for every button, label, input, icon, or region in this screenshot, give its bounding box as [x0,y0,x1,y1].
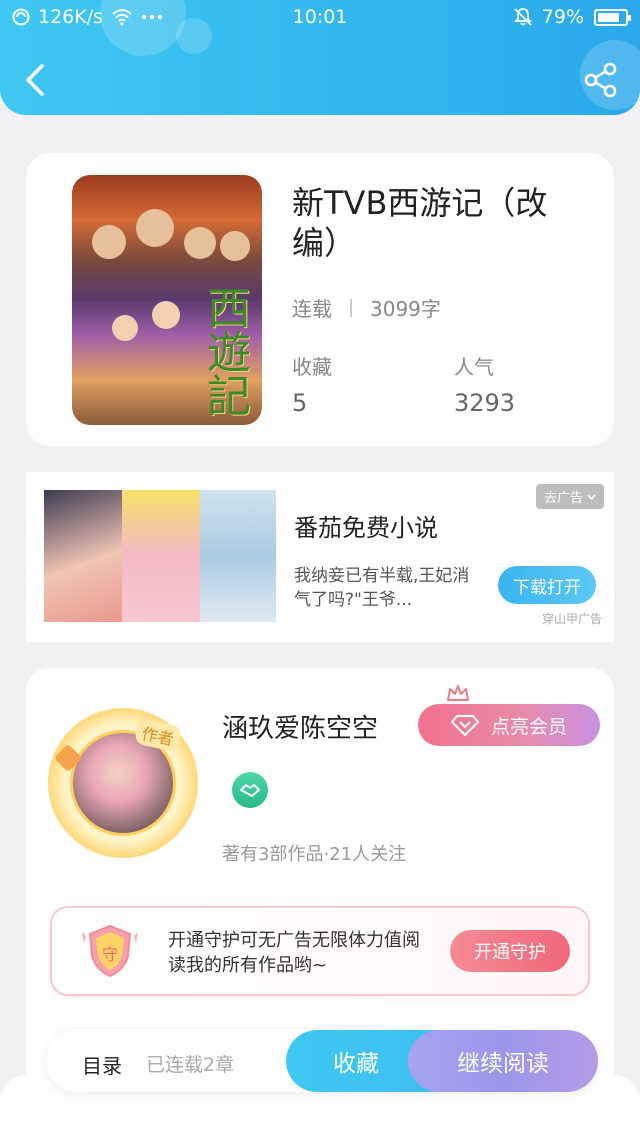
activate-vip-label: 点亮会员 [490,715,567,738]
ad-description: 我纳妾已有半载,王妃消气了吗?"王爷... [294,566,470,610]
favorites-count: 5 [292,389,308,417]
cover-figure [220,231,250,261]
cover-figure [152,301,180,329]
guard-text: 开通守护可无广告无限体力值阅读我的所有作品哟~ [168,930,420,976]
status-bar: 126K/s 10:01 79% [0,0,640,36]
author-stats: 著有3部作品·21人关注 [222,844,407,865]
remove-ad-label: 去广告 [543,491,583,506]
shield-char: 守 [102,945,118,964]
continue-reading-label: 继续阅读 [457,1051,549,1077]
download-open-button[interactable]: 下载打开 [498,566,596,604]
book-title: 新TVB西游记（改编） [292,184,548,262]
cover-figure [92,225,126,259]
popularity-count: 3293 [454,389,516,417]
battery-fill [598,12,619,22]
back-button[interactable] [20,60,56,100]
favorites-label: 收藏 [292,355,332,379]
chevron-down-icon [587,494,596,500]
share-button[interactable] [584,62,618,98]
battery-percent: 79% [541,6,584,28]
book-word-count: 3099字 [370,297,441,321]
crown-icon [447,685,469,701]
mute-bell-icon [513,8,532,26]
ad-panel [44,490,122,622]
chapter-count: 已连载2章 [146,1054,235,1076]
battery-icon [594,8,631,26]
popularity-label: 人气 [454,355,494,379]
guard-promo: 守 开通守护可无广告无限体力值阅读我的所有作品哟~ 开通守护 [50,906,590,996]
book-meta: 连载 3099字 [292,293,441,322]
ad-panel [200,490,276,622]
cover-figure [184,227,216,259]
book-cover[interactable]: 西遊記 [72,175,262,425]
author-name: 涵玖爱陈空空 [222,714,379,744]
ad-source: 穿山甲广告 [541,612,602,626]
book-info-card: 西遊記 新TVB西游记（改编） 连载 3099字 收藏 5 人气 3293 [26,153,614,446]
bottom-action-bar: 目录 已连载2章 收藏 继续阅读 [46,1030,598,1092]
ad-title: 番茄免费小说 [294,514,438,542]
handshake-icon [240,784,260,797]
cover-figure [112,315,138,341]
author-medal-icon[interactable] [232,772,268,808]
favorites-button-label: 收藏 [333,1051,379,1077]
diamond-icon [450,715,479,736]
meta-divider [350,298,352,317]
ad-banner[interactable]: 番茄免费小说 我纳妾已有半载,王妃消气了吗?"王爷... 去广告 下载打开 穿山… [26,472,614,642]
continue-reading-button[interactable]: 继续阅读 [408,1030,598,1092]
author-avatar-frame[interactable]: 作者 [48,708,198,858]
toc-button[interactable]: 目录 [82,1050,122,1079]
book-status: 连载 [292,297,332,321]
cover-calligraphy: 西遊記 [199,285,250,417]
activate-vip-button[interactable]: 点亮会员 [418,704,600,746]
ad-panel [122,490,200,622]
shield-icon: 守 [82,924,138,978]
activate-guard-button[interactable]: 开通守护 [450,930,570,972]
cover-figure [136,209,174,247]
remove-ad-button[interactable]: 去广告 [535,484,604,509]
share-icon [584,62,617,98]
ad-image[interactable] [44,490,276,622]
top-header: 126K/s 10:01 79% [0,0,640,115]
back-arrow-icon [26,64,44,96]
